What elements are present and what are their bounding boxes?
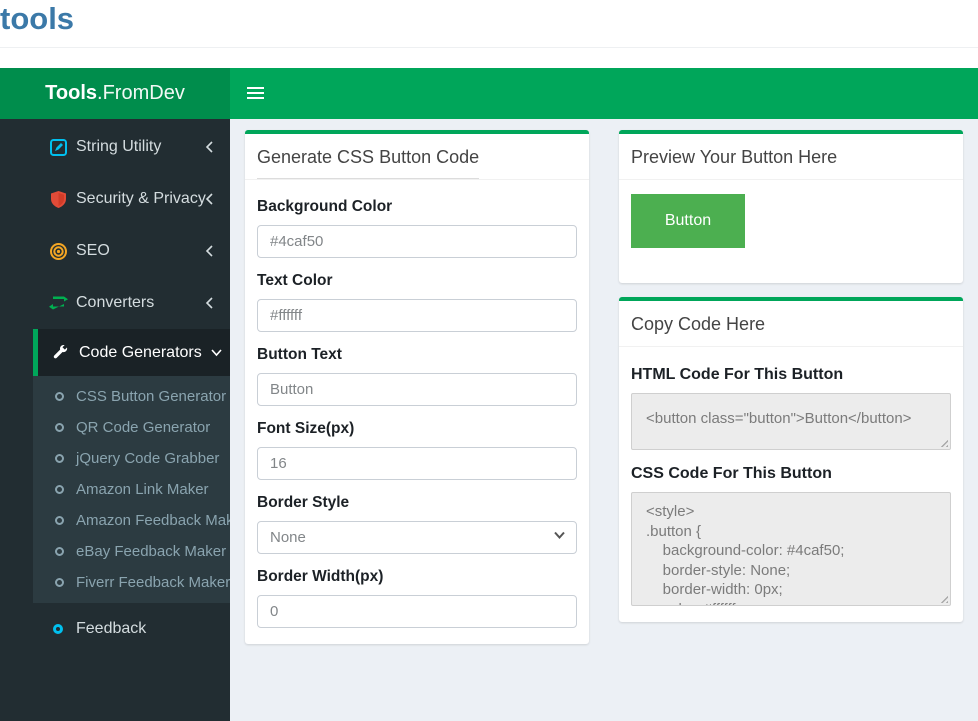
sidebar-item-label: String Utility xyxy=(76,138,161,156)
text-color-label: Text Color xyxy=(257,272,577,290)
shield-icon xyxy=(48,189,68,209)
sidebar-item-label: Security & Privacy xyxy=(76,190,206,208)
button-text-input[interactable] xyxy=(257,373,577,406)
circle-icon xyxy=(55,423,64,432)
generator-card: Generate CSS Button Code Background Colo… xyxy=(245,130,589,644)
top-navbar xyxy=(230,68,978,119)
css-code-textarea[interactable]: <style> .button { background-color: #4ca… xyxy=(631,492,951,606)
circle-icon xyxy=(55,578,64,587)
submenu-item-qr-code-generator[interactable]: QR Code Generator xyxy=(33,412,230,443)
border-style-label: Border Style xyxy=(257,494,577,512)
submenu-item-amazon-link-maker[interactable]: Amazon Link Maker xyxy=(33,474,230,505)
form-group: Button Text xyxy=(257,346,577,406)
site-logo[interactable]: tools xyxy=(0,1,74,37)
brand-bold: Tools xyxy=(45,82,97,105)
circle-icon xyxy=(55,485,64,494)
brand-rest: .FromDev xyxy=(97,82,185,105)
wrench-icon xyxy=(50,343,70,363)
submenu-item-label: Amazon Link Maker xyxy=(76,481,209,498)
circle-icon xyxy=(55,547,64,556)
button-text-label: Button Text xyxy=(257,346,577,364)
form-group: Background Color xyxy=(257,198,577,258)
exchange-icon xyxy=(48,293,68,313)
output-column: Preview Your Button Here Button Copy Cod… xyxy=(619,130,963,636)
generator-title: Generate CSS Button Code xyxy=(257,147,479,179)
generator-column: Generate CSS Button Code Background Colo… xyxy=(245,130,589,658)
preview-button[interactable]: Button xyxy=(631,194,745,248)
sidebar-item-code-generators[interactable]: Code Generators xyxy=(33,329,230,376)
submenu-item-jquery-code-grabber[interactable]: jQuery Code Grabber xyxy=(33,443,230,474)
border-style-select[interactable]: None xyxy=(257,521,577,554)
chevron-down-icon xyxy=(210,348,223,357)
sidebar-item-string-utility[interactable]: String Utility xyxy=(0,121,230,173)
sidebar-item-seo[interactable]: SEO xyxy=(0,225,230,277)
copy-code-title: Copy Code Here xyxy=(631,314,765,334)
border-width-px-label: Border Width(px) xyxy=(257,568,577,586)
submenu-item-label: CSS Button Generator xyxy=(76,388,226,405)
form-group: Border Style None xyxy=(257,494,577,554)
chevron-left-icon xyxy=(205,296,214,310)
preview-title: Preview Your Button Here xyxy=(631,147,837,167)
bullseye-icon xyxy=(48,241,68,261)
submenu-code-generators: CSS Button Generator QR Code Generator j… xyxy=(33,376,230,603)
site-header: tools xyxy=(0,0,978,68)
css-code-label: CSS Code For This Button xyxy=(631,465,951,483)
app-brand[interactable]: Tools.FromDev xyxy=(0,68,230,119)
header-divider xyxy=(0,47,978,48)
html-code-label: HTML Code For This Button xyxy=(631,366,951,384)
form-group: Border Width(px) xyxy=(257,568,577,628)
circle-icon xyxy=(55,454,64,463)
chevron-left-icon xyxy=(205,140,214,154)
submenu-item-label: jQuery Code Grabber xyxy=(76,450,219,467)
preview-card-header: Preview Your Button Here xyxy=(619,134,963,180)
chevron-left-icon xyxy=(205,244,214,258)
submenu-item-amazon-feedback-maker[interactable]: Amazon Feedback Maker xyxy=(33,505,230,536)
circle-cyan-icon xyxy=(48,619,68,639)
form-group: Text Color xyxy=(257,272,577,332)
sidebar-item-label: Code Generators xyxy=(79,344,202,362)
preview-card: Preview Your Button Here Button xyxy=(619,130,963,283)
submenu-item-label: Amazon Feedback Maker xyxy=(76,512,230,529)
sidebar-item-label: SEO xyxy=(76,242,110,260)
text-color-input[interactable] xyxy=(257,299,577,332)
generator-card-header: Generate CSS Button Code xyxy=(245,134,589,180)
submenu-item-label: eBay Feedback Maker xyxy=(76,543,226,560)
border-width-px-input[interactable] xyxy=(257,595,577,628)
sidebar-item-label: Converters xyxy=(76,294,154,312)
sidebar-item-security-privacy[interactable]: Security & Privacy xyxy=(0,173,230,225)
circle-icon xyxy=(55,392,64,401)
sidebar-menu: String Utility Security & Privacy SEO Co… xyxy=(0,119,230,655)
chevron-left-icon xyxy=(205,192,214,206)
submenu-item-css-button-generator[interactable]: CSS Button Generator xyxy=(33,381,230,412)
hamburger-icon[interactable] xyxy=(247,87,264,100)
html-code-textarea[interactable]: <button class="button">Button</button> xyxy=(631,393,951,450)
circle-icon xyxy=(55,516,64,525)
submenu-item-label: Fiverr Feedback Maker xyxy=(76,574,230,591)
form-group: Font Size(px) xyxy=(257,420,577,480)
background-color-label: Background Color xyxy=(257,198,577,216)
main-content: Generate CSS Button Code Background Colo… xyxy=(230,119,978,721)
sidebar-item-label: Feedback xyxy=(76,620,146,638)
sidebar-item-converters[interactable]: Converters xyxy=(0,277,230,329)
sidebar: String Utility Security & Privacy SEO Co… xyxy=(0,119,230,721)
font-size-px-input[interactable] xyxy=(257,447,577,480)
copy-code-card: Copy Code Here HTML Code For This Button… xyxy=(619,297,963,622)
pencil-square-icon xyxy=(48,137,68,157)
generator-form: Background Color Text Color Button Text … xyxy=(245,180,589,644)
background-color-input[interactable] xyxy=(257,225,577,258)
submenu-item-fiverr-feedback-maker[interactable]: Fiverr Feedback Maker xyxy=(33,567,230,598)
copy-code-card-header: Copy Code Here xyxy=(619,301,963,347)
submenu-item-ebay-feedback-maker[interactable]: eBay Feedback Maker xyxy=(33,536,230,567)
sidebar-item-feedback[interactable]: Feedback xyxy=(0,603,230,655)
font-size-px-label: Font Size(px) xyxy=(257,420,577,438)
submenu-item-label: QR Code Generator xyxy=(76,419,210,436)
